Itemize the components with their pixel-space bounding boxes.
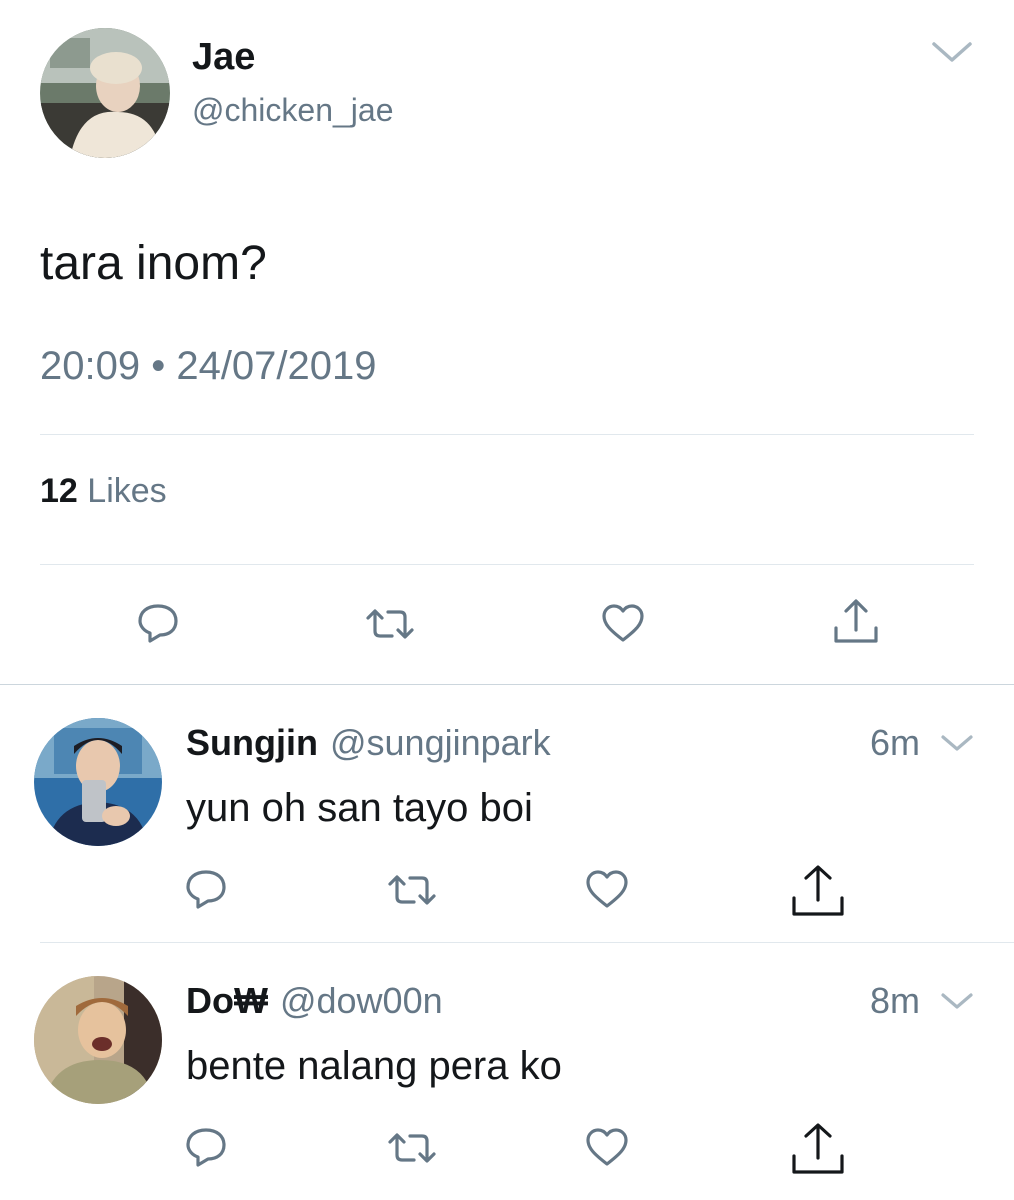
chevron-down-icon[interactable] (940, 732, 974, 754)
tweet-timestamp[interactable]: 20:09 • 24/07/2019 (40, 344, 377, 389)
retweet-icon[interactable] (362, 606, 418, 642)
share-icon[interactable] (790, 864, 846, 918)
section-divider (0, 684, 1014, 685)
reply-author-handle[interactable]: @sungjinpark (330, 722, 551, 763)
author-avatar[interactable] (40, 28, 170, 158)
author-handle[interactable]: @chicken_jae (192, 92, 393, 129)
retweet-icon[interactable] (384, 1130, 440, 1166)
reply-author-name[interactable]: Sungjin (186, 722, 318, 763)
heart-icon[interactable] (584, 1126, 630, 1168)
reply-author-handle[interactable]: @dow00n (280, 980, 443, 1021)
reply-avatar[interactable] (34, 718, 162, 846)
reply-header: Sungjin @sungjinpark (186, 722, 551, 764)
reply-text: yun oh san tayo boi (186, 786, 533, 830)
reply-header: Do₩ @dow00n (186, 980, 443, 1022)
share-icon[interactable] (832, 598, 880, 646)
divider (40, 942, 1014, 943)
divider (40, 434, 974, 435)
share-icon[interactable] (790, 1122, 846, 1176)
reply-icon[interactable] (184, 1126, 228, 1168)
reply-avatar[interactable] (34, 976, 162, 1104)
retweet-icon[interactable] (384, 872, 440, 908)
reply-text: bente nalang pera ko (186, 1044, 562, 1088)
divider (40, 564, 974, 565)
reply-time[interactable]: 8m (870, 980, 920, 1022)
reply-icon[interactable] (184, 868, 228, 910)
tweet-text: tara inom? (40, 237, 267, 290)
likes-count[interactable]: 12 Likes (40, 472, 167, 511)
likes-number: 12 (40, 472, 78, 510)
reply-icon[interactable] (136, 602, 180, 644)
heart-icon[interactable] (584, 868, 630, 910)
reply-time[interactable]: 6m (870, 722, 920, 764)
likes-label: Likes (87, 472, 167, 510)
chevron-down-icon[interactable] (930, 38, 974, 66)
reply-author-name[interactable]: Do₩ (186, 980, 268, 1021)
heart-icon[interactable] (600, 602, 646, 644)
author-name[interactable]: Jae (192, 36, 255, 79)
chevron-down-icon[interactable] (940, 990, 974, 1012)
